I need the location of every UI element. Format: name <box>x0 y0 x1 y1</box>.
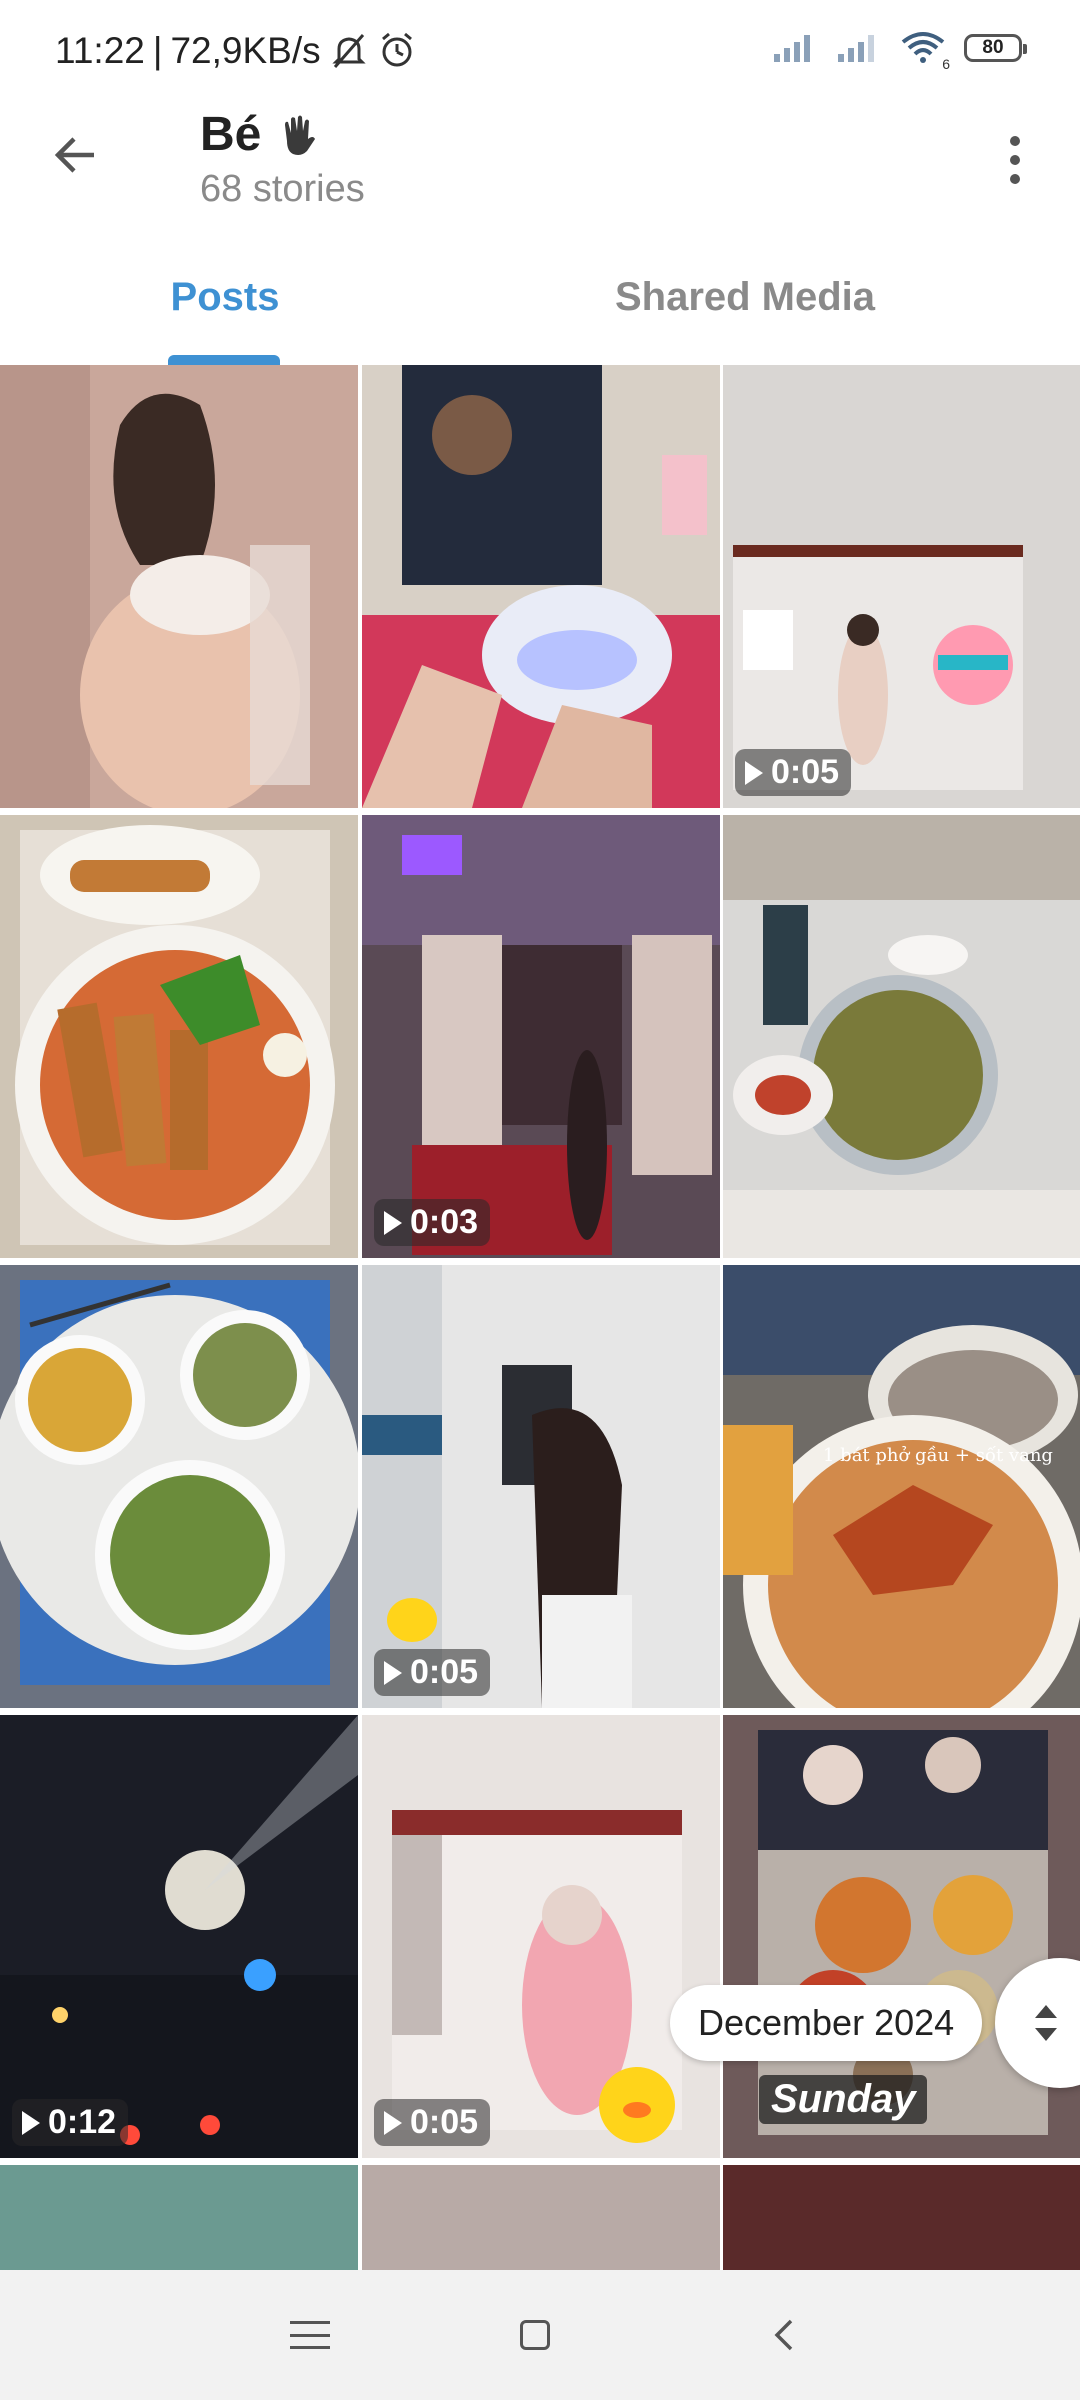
grid-item-partial[interactable] <box>0 2165 358 2270</box>
play-icon <box>384 1210 402 1235</box>
page-subtitle: 68 stories <box>200 168 365 210</box>
mute-icon <box>332 34 366 68</box>
date-pill[interactable]: December 2024 <box>670 1985 983 2061</box>
grid-item[interactable]: 0:05 <box>362 1265 720 1708</box>
more-dot-icon <box>1010 174 1020 184</box>
grid-item-partial[interactable] <box>723 2165 1080 2270</box>
grid-item[interactable]: 0:05 <box>362 1715 720 2158</box>
home-button[interactable] <box>520 2320 550 2350</box>
status-right: 6 80 <box>772 30 1027 72</box>
video-thumbnail <box>362 815 720 1258</box>
system-back-button[interactable] <box>765 2315 805 2355</box>
sunday-label: Sunday <box>759 2075 928 2124</box>
grid-item[interactable]: 0:03 <box>362 815 720 1258</box>
more-dot-icon <box>1010 155 1020 165</box>
video-duration-badge: 0:05 <box>374 2099 491 2146</box>
chevron-up-icon <box>1035 2005 1057 2018</box>
battery-level: 80 <box>982 37 1004 58</box>
grid-item[interactable]: 0:12 <box>0 1715 358 2158</box>
menu-line-icon <box>290 2333 330 2337</box>
video-thumbnail <box>362 1265 720 1708</box>
video-duration: 0:05 <box>410 1653 479 1691</box>
grid-item[interactable] <box>362 365 720 808</box>
grid-item[interactable] <box>723 815 1080 1258</box>
battery-indicator: 80 <box>964 34 1027 62</box>
photo-thumbnail <box>0 365 358 808</box>
chevron-down-icon <box>1035 2028 1057 2041</box>
video-duration: 0:12 <box>48 2103 117 2141</box>
tab-indicator <box>168 355 280 365</box>
status-separator: | <box>152 30 163 71</box>
video-duration-badge: 0:03 <box>374 1199 491 1246</box>
video-duration-badge: 0:12 <box>12 2099 129 2146</box>
play-icon <box>384 1660 402 1685</box>
wifi-sub-label: 6 <box>942 56 950 72</box>
video-duration-badge: 0:05 <box>735 749 852 796</box>
video-duration-badge: 0:05 <box>374 1649 491 1696</box>
grid-item[interactable]: 0:05 <box>723 365 1080 808</box>
tab-shared-media[interactable]: Shared Media <box>530 275 960 320</box>
video-thumbnail <box>723 365 1080 808</box>
photo-thumbnail <box>723 815 1080 1258</box>
food-caption: 1 bát phở gầu + sốt vang <box>823 1445 1053 1466</box>
waving-hand-icon <box>285 115 316 155</box>
photo-thumbnail <box>362 365 720 808</box>
more-dot-icon <box>1010 136 1020 146</box>
photo-thumbnail <box>723 1265 1080 1708</box>
video-duration: 0:03 <box>410 1203 479 1241</box>
recent-apps-button[interactable] <box>290 2315 330 2355</box>
video-thumbnail <box>362 1715 720 2158</box>
play-icon <box>22 2110 40 2135</box>
play-icon <box>384 2110 402 2135</box>
arrow-left-icon <box>54 137 94 173</box>
video-duration: 0:05 <box>410 2103 479 2141</box>
status-time: 11:22 <box>55 30 145 71</box>
alarm-icon <box>381 32 412 67</box>
signal-2-icon <box>838 35 874 62</box>
grid-item[interactable]: Sunday <box>723 1715 1080 2158</box>
system-nav-bar <box>0 2270 1080 2400</box>
video-duration: 0:05 <box>771 753 840 791</box>
menu-line-icon <box>290 2346 330 2349</box>
status-left: 11:22 | 72,9KB/s <box>55 30 417 72</box>
grid-item[interactable] <box>0 365 358 808</box>
grid-item[interactable] <box>0 815 358 1258</box>
more-options-button[interactable] <box>995 125 1035 195</box>
wifi-icon: 6 <box>900 30 950 72</box>
tab-bar: Posts Shared Media <box>0 235 1080 365</box>
photo-thumbnail <box>0 815 358 1258</box>
grid-item[interactable] <box>0 1265 358 1708</box>
photo-thumbnail <box>0 1265 358 1708</box>
menu-line-icon <box>290 2321 330 2324</box>
page-title-text: Bé <box>200 108 262 161</box>
grid-item-partial[interactable] <box>362 2165 720 2270</box>
tab-posts[interactable]: Posts <box>0 275 450 320</box>
signal-1-icon <box>774 35 810 62</box>
status-bar: 11:22 | 72,9KB/s 6 80 <box>0 0 1080 105</box>
app-bar: Bé 68 stories <box>0 105 1080 235</box>
back-button[interactable] <box>45 125 105 185</box>
chevron-left-icon <box>774 2319 793 2351</box>
play-icon <box>745 760 763 785</box>
status-net-speed: 72,9KB/s <box>170 30 321 71</box>
grid-item[interactable]: 1 bát phở gầu + sốt vang <box>723 1265 1080 1708</box>
video-thumbnail <box>0 1715 358 2158</box>
page-title: Bé <box>200 107 323 162</box>
